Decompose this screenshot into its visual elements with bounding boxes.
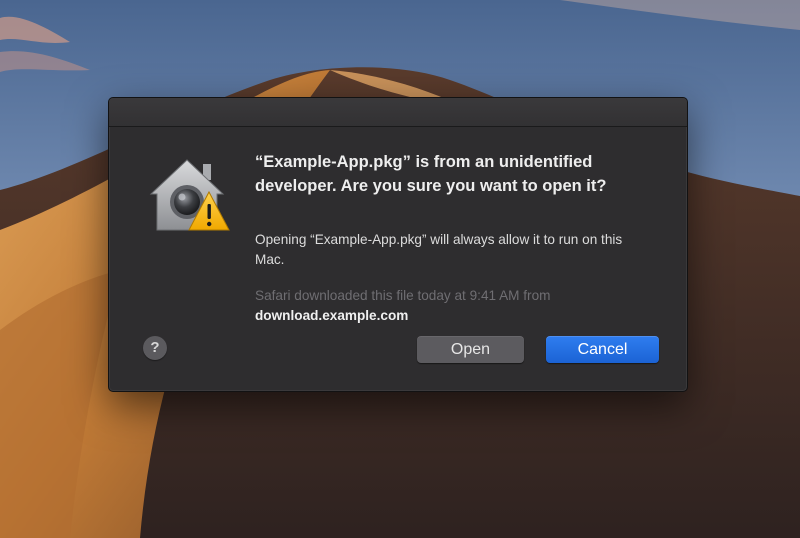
dialog-info-text: Opening “Example-App.pkg” will always al… (255, 232, 623, 267)
download-source-domain: download.example.com (255, 308, 409, 323)
dialog-titlebar (109, 98, 687, 127)
help-button[interactable]: ? (143, 336, 167, 360)
download-source: Safari downloaded this file today at 9:4… (255, 286, 655, 326)
gatekeeper-house-warning-icon (147, 156, 231, 236)
open-button[interactable]: Open (417, 336, 524, 363)
cancel-button[interactable]: Cancel (546, 336, 659, 363)
dialog-headline: “Example-App.pkg” is from an unidentifie… (255, 153, 607, 195)
security-alert-dialog: “Example-App.pkg” is from an unidentifie… (108, 97, 688, 392)
download-source-text: Safari downloaded this file today at 9:4… (255, 288, 551, 303)
